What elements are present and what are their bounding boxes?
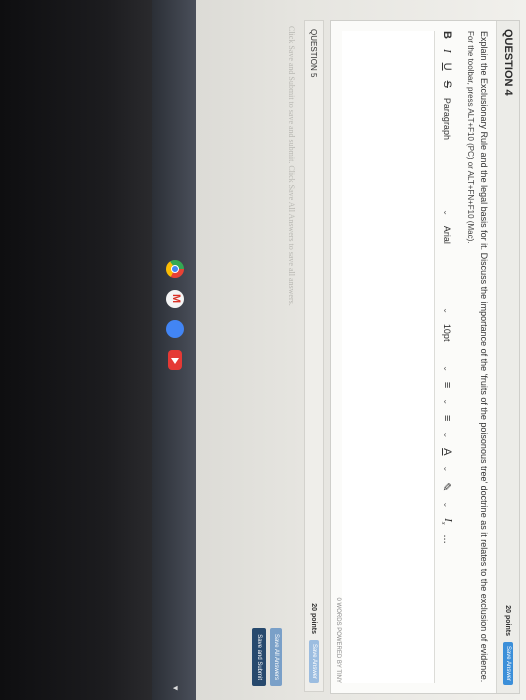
question-4-points: 20 points <box>504 605 512 636</box>
laptop-bezel <box>0 0 152 700</box>
toolbar-hint: For the toolbar, press ALT+F10 (PC) or A… <box>466 31 475 244</box>
question-5-panel: QUESTION 5 20 points Save Answer <box>304 20 324 692</box>
submit-instructions: Click Save and Submit to save and submit… <box>287 26 296 306</box>
question-4-title: QUESTION 4 <box>502 29 514 96</box>
text-color-icon[interactable]: A <box>441 448 453 455</box>
underline-button[interactable]: U <box>441 63 453 71</box>
font-size-select-value: 10pt <box>442 323 452 342</box>
question-4-save-answer-button[interactable]: Save Answer <box>503 641 513 685</box>
save-and-submit-button[interactable]: Save and Submit <box>252 628 266 686</box>
strikethrough-button[interactable]: S <box>441 81 453 88</box>
docs-icon[interactable] <box>166 320 184 338</box>
taskbar: ▼ <box>152 0 196 700</box>
editor-toolbar: B I U S Paragraph ⌄ Arial ⌄ 10pt ⌄ ≡ ⌄ ≡… <box>434 31 459 683</box>
chevron-down-icon[interactable]: ⌄ <box>443 501 452 508</box>
question-4-header: QUESTION 4 20 points Save Answer <box>496 21 519 693</box>
answer-editor[interactable] <box>342 31 434 683</box>
question-4-panel: QUESTION 4 20 points Save Answer Explain… <box>330 20 520 694</box>
paragraph-select[interactable]: Paragraph ⌄ <box>442 98 452 216</box>
question-5-title: QUESTION 5 <box>309 29 319 78</box>
question-5-points: 20 points <box>310 603 318 634</box>
chrome-icon[interactable] <box>166 260 184 278</box>
chevron-down-icon: ⌄ <box>442 307 452 314</box>
numbered-list-icon[interactable]: ≡ <box>441 415 453 421</box>
youtube-icon[interactable] <box>168 350 182 370</box>
more-options-button[interactable]: ... <box>441 534 453 543</box>
chevron-down-icon[interactable]: ⌄ <box>443 398 452 405</box>
save-all-answers-button[interactable]: Save All Answers <box>270 627 282 686</box>
paragraph-select-value: Paragraph <box>442 97 452 140</box>
italic-button[interactable]: I <box>441 49 453 53</box>
font-select-value: Arial <box>442 225 452 244</box>
chevron-down-icon: ⌄ <box>442 365 452 372</box>
clear-formatting-icon[interactable]: Ix <box>440 518 454 524</box>
bullet-list-icon[interactable]: ≡ <box>441 382 453 388</box>
wifi-icon[interactable]: ▼ <box>171 684 180 692</box>
bold-button[interactable]: B <box>441 31 453 39</box>
font-size-select[interactable]: 10pt ⌄ <box>442 324 452 372</box>
highlight-icon[interactable]: ✎ <box>441 482 454 491</box>
chevron-down-icon[interactable]: ⌄ <box>443 466 452 473</box>
word-count-status: 0 WORDS POWERED BY TINY <box>335 597 341 683</box>
question-5-save-answer-button[interactable]: Save Answer <box>309 639 319 683</box>
browser-screen: QUESTION 4 20 points Save Answer Explain… <box>152 0 526 700</box>
chevron-down-icon[interactable]: ⌄ <box>443 431 452 438</box>
question-4-prompt: Explain the Exclusionary Rule and the le… <box>479 31 489 683</box>
chevron-down-icon: ⌄ <box>442 209 452 216</box>
gmail-icon[interactable] <box>166 290 184 308</box>
font-select[interactable]: Arial ⌄ <box>442 226 452 314</box>
